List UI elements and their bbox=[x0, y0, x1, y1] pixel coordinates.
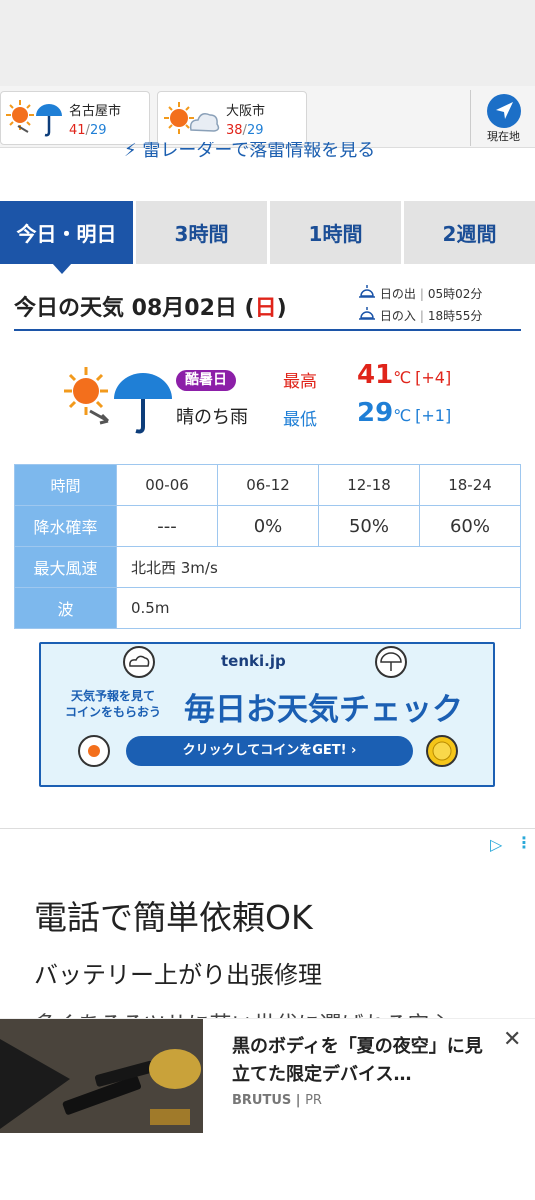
city-high: 38 bbox=[226, 123, 243, 138]
high-temp: 41℃ [+4] bbox=[357, 360, 451, 390]
period-cell: 18-24 bbox=[419, 464, 521, 506]
adchoices-icon[interactable]: ▷ bbox=[490, 835, 502, 854]
current-location-label: 現在地 bbox=[487, 130, 520, 143]
low-temp-unit: ℃ bbox=[393, 406, 412, 425]
wind-header: 最大風速 bbox=[14, 546, 117, 588]
city-high: 41 bbox=[69, 123, 86, 138]
wave-header: 波 bbox=[14, 587, 117, 629]
high-temp-diff: [+4] bbox=[415, 368, 452, 387]
cloud-bubble-icon bbox=[123, 646, 155, 678]
banner-small-line: 天気予報を見て bbox=[71, 689, 156, 703]
low-temp-diff: [+1] bbox=[415, 406, 452, 425]
city-low: 29 bbox=[89, 123, 107, 138]
forecast-table: 時間 00-06 06-12 12-18 18-24 降水確率 --- 0% 5… bbox=[14, 464, 521, 629]
banner-small-text: 天気予報を見て コインをもらおう bbox=[65, 688, 161, 720]
coin-campaign-banner[interactable]: tenki.jp 天気予報を見て コインをもらおう 毎日お天気チェック クリックし… bbox=[39, 642, 495, 787]
sunny-then-rain-icon bbox=[6, 100, 62, 137]
tab-3hour[interactable]: 3時間 bbox=[136, 201, 267, 264]
umbrella-bubble-icon bbox=[375, 646, 407, 678]
advertisement[interactable]: ▷ ⋮ 電話で簡単依頼OK バッテリー上がり出張修理 多くあるるツサに芸い世代に… bbox=[0, 828, 535, 1028]
city-temps: 38/29 bbox=[226, 123, 264, 138]
low-label: 最低 bbox=[283, 410, 317, 430]
banner-small-line: コインをもらおう bbox=[65, 705, 162, 719]
period-cell: 00-06 bbox=[116, 464, 218, 506]
sunrise-label: 日の出 bbox=[379, 287, 416, 301]
city-bar: 名古屋市 41/29 大阪市 38/29 bbox=[0, 86, 535, 148]
table-row: 時間 00-06 06-12 12-18 18-24 bbox=[14, 464, 521, 506]
precip-cell: 60% bbox=[419, 505, 521, 547]
ad-headline: 電話で簡単依頼OK bbox=[34, 898, 313, 937]
table-row: 最大風速 北北西 3m/s bbox=[14, 546, 521, 588]
high-temp-unit: ℃ bbox=[393, 368, 412, 387]
ad-title: 黒のボディを「夏の夜空」に見立てた限定デバイス… bbox=[232, 1036, 483, 1085]
active-tab-pointer bbox=[52, 263, 72, 274]
table-row: 波 0.5m bbox=[14, 587, 521, 629]
sunny-then-rain-icon bbox=[64, 367, 172, 434]
current-location-button[interactable]: 現在地 bbox=[470, 90, 535, 146]
sunset-time: 18時55分 bbox=[427, 309, 483, 323]
title-close: ) bbox=[276, 296, 287, 321]
wave-cell: 0.5m bbox=[116, 587, 521, 629]
city-temps: 41/29 bbox=[69, 123, 107, 138]
low-temp-value: 29 bbox=[357, 398, 394, 428]
get-coin-button[interactable]: クリックしてコインをGET! › bbox=[126, 736, 413, 766]
tenki-logo: tenki.jp bbox=[221, 652, 286, 670]
lightning-icon: ⚡ bbox=[124, 142, 137, 161]
title-date: 今日の天気 08月02日 ( bbox=[14, 296, 255, 321]
precip-cell: 50% bbox=[318, 505, 420, 547]
ad-subhead: バッテリー上がり出張修理 bbox=[34, 961, 322, 989]
city-card-osaka[interactable]: 大阪市 38/29 bbox=[157, 91, 307, 145]
coin-icon bbox=[426, 735, 458, 767]
radar-link-text: 雷レーダーで落雷情報を見る bbox=[142, 142, 376, 161]
sunset-label: 日の入 bbox=[379, 309, 416, 323]
table-row: 降水確率 --- 0% 50% 60% bbox=[14, 505, 521, 547]
precip-cell: 0% bbox=[217, 505, 319, 547]
sunrise-row: 日の出 | 05時02分 bbox=[358, 284, 482, 302]
lightning-radar-link[interactable]: ⚡ 雷レーダーで落雷情報を見る bbox=[124, 142, 375, 166]
city-name: 名古屋市 bbox=[69, 104, 122, 119]
ad-image bbox=[0, 1019, 203, 1133]
city-card-nagoya[interactable]: 名古屋市 41/29 bbox=[0, 91, 150, 145]
forecast-tabs: 今日・明日 3時間 1時間 2週間 bbox=[0, 201, 535, 264]
sunset-row: 日の入 | 18時55分 bbox=[358, 306, 482, 324]
weather-telop: 晴のち雨 bbox=[176, 407, 248, 428]
ad-source-name: BRUTUS bbox=[232, 1093, 292, 1108]
more-options-icon[interactable]: ⋮ bbox=[516, 833, 532, 852]
sunset-icon bbox=[359, 307, 375, 320]
high-temp-value: 41 bbox=[357, 360, 394, 390]
title-divider bbox=[14, 329, 521, 331]
sunrise-icon bbox=[359, 285, 375, 298]
browser-top-area bbox=[0, 0, 535, 86]
ad-pr-label: PR bbox=[305, 1093, 322, 1108]
time-header: 時間 bbox=[14, 464, 117, 506]
high-label: 最高 bbox=[283, 372, 317, 392]
ad-source: BRUTUS | PR bbox=[232, 1093, 322, 1108]
title-weekday: 日 bbox=[254, 296, 277, 321]
city-low: 29 bbox=[246, 123, 264, 138]
page-title: 今日の天気 08月02日 (日) bbox=[14, 290, 287, 322]
tab-1hour[interactable]: 1時間 bbox=[270, 201, 401, 264]
precip-cell: --- bbox=[116, 505, 218, 547]
period-cell: 12-18 bbox=[318, 464, 420, 506]
navigation-arrow-icon bbox=[487, 94, 521, 128]
wind-cell: 北北西 3m/s bbox=[116, 546, 521, 588]
precip-header: 降水確率 bbox=[14, 505, 117, 547]
status-badge: 酷暑日 bbox=[176, 370, 236, 391]
sunny-then-cloudy-icon bbox=[164, 102, 220, 134]
tab-today-tomorrow[interactable]: 今日・明日 bbox=[0, 201, 133, 264]
tab-2week[interactable]: 2週間 bbox=[404, 201, 535, 264]
period-cell: 06-12 bbox=[217, 464, 319, 506]
sunrise-time: 05時02分 bbox=[427, 287, 483, 301]
close-icon[interactable]: ✕ bbox=[503, 1027, 521, 1052]
sun-bubble-icon bbox=[78, 735, 110, 767]
banner-headline: 毎日お天気チェック bbox=[184, 692, 463, 728]
bottom-sticky-ad[interactable]: 黒のボディを「夏の夜空」に見立てた限定デバイス… BRUTUS | PR ✕ bbox=[0, 1018, 535, 1134]
low-temp: 29℃ [+1] bbox=[357, 398, 451, 428]
city-name: 大阪市 bbox=[226, 104, 266, 119]
